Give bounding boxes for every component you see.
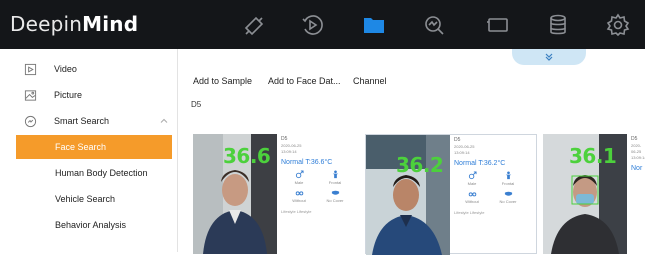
capture-details: D5 2020-06-25 13:09:14 Normal T:36.2°C M… <box>454 137 536 215</box>
gender-attribute: Male <box>281 170 317 185</box>
glasses-icon <box>468 192 476 197</box>
picture-icon <box>23 88 37 102</box>
top-navigation-bar: DeepinMind <box>0 0 645 49</box>
person-icon <box>332 170 338 179</box>
temperature-status: Normal T:36.6°C <box>281 159 333 166</box>
result-card[interactable]: 36.6 D5 2020-06-25 13:09:14 Normal T:36.… <box>193 134 365 254</box>
male-icon <box>468 171 477 180</box>
sidebar-item-picture[interactable]: Picture <box>0 83 178 107</box>
pose-attribute: Frontal <box>490 171 526 186</box>
add-to-face-database-button[interactable]: Add to Face Dat... <box>268 76 341 86</box>
database-icon[interactable] <box>544 12 572 38</box>
smart-search-icon <box>23 114 37 128</box>
add-to-sample-button[interactable]: Add to Sample <box>193 76 252 86</box>
mask-icon <box>331 190 339 195</box>
settings-icon[interactable] <box>604 12 632 38</box>
capture-details: D5 2020-06-25 13:09:14 Nor <box>631 136 645 172</box>
search-analytics-icon[interactable] <box>420 12 448 38</box>
male-icon <box>295 170 304 179</box>
gender-attribute: Male <box>454 171 490 186</box>
sidebar-item-label: Behavior Analysis <box>55 220 127 230</box>
brand-regular: Deepin <box>10 12 83 36</box>
channel-button[interactable]: Channel <box>353 76 387 86</box>
capture-time: 13:09:14 <box>631 155 645 160</box>
pose-attribute: Frontal <box>317 170 353 185</box>
brand-bold: Mind <box>82 12 139 36</box>
mask-attribute: No Cover <box>490 189 526 204</box>
sidebar-item-human-body-detection[interactable]: Human Body Detection <box>0 161 178 185</box>
sidebar-item-vehicle-search[interactable]: Vehicle Search <box>0 187 178 211</box>
capture-details: D5 2020-06-25 13:09:14 Normal T:36.6°C M… <box>281 136 363 214</box>
sidebar-item-label: Smart Search <box>54 116 110 126</box>
channel-label: D5 <box>631 136 638 142</box>
chevron-up-icon[interactable] <box>160 117 168 125</box>
card-footer: Lifestyle Lifestyle <box>281 209 312 214</box>
app-logo: DeepinMind <box>10 12 138 36</box>
sidebar-item-label: Vehicle Search <box>55 194 116 204</box>
sidebar-item-smart-search[interactable]: Smart Search <box>0 109 178 133</box>
sidebar-item-label: Picture <box>54 90 83 100</box>
sidebar-item-label: Face Search <box>55 142 107 152</box>
sidebar-item-face-search[interactable]: Face Search <box>16 135 172 159</box>
capture-time: 13:09:14 <box>454 150 470 155</box>
sidebar: Video Picture Smart Search Face Search H… <box>0 49 178 252</box>
breadcrumb: D5 <box>191 100 202 109</box>
display-icon[interactable] <box>484 12 512 38</box>
temperature-overlay: 36.1 <box>569 144 617 168</box>
temperature-overlay: 36.6 <box>223 144 271 168</box>
sidebar-item-label: Human Body Detection <box>55 168 148 178</box>
channel-label: D5 <box>281 136 288 142</box>
playback-icon[interactable] <box>298 12 326 38</box>
results-panel: Add to Sample Add to Face Dat... Channel… <box>179 49 645 255</box>
mask-icon <box>504 191 512 196</box>
sidebar-item-video[interactable]: Video <box>0 57 178 81</box>
card-footer: Lifestyle Lifestyle <box>454 210 485 215</box>
video-file-icon <box>23 62 37 76</box>
temperature-status: Nor <box>631 165 643 172</box>
folder-icon[interactable] <box>360 12 388 38</box>
result-card-selected[interactable]: 36.2 D5 2020-06-25 13:09:14 Normal T:36.… <box>365 134 537 255</box>
glasses-attribute: Without <box>281 188 317 203</box>
capture-date: 2020-06-25 <box>631 143 642 154</box>
person-icon <box>505 171 511 180</box>
temperature-overlay: 36.2 <box>396 153 444 177</box>
sidebar-item-label: Video <box>54 64 77 74</box>
capture-time: 13:09:14 <box>281 149 297 154</box>
sidebar-item-behavior-analysis[interactable]: Behavior Analysis <box>0 213 178 237</box>
glasses-attribute: Without <box>454 189 490 204</box>
result-card[interactable]: 36.1 D5 2020-06-25 13:09:14 Nor <box>543 134 645 254</box>
channel-label: D5 <box>454 137 461 143</box>
mask-attribute: No Cover <box>317 188 353 203</box>
glasses-icon <box>295 191 303 196</box>
temperature-status: Normal T:36.2°C <box>454 160 506 167</box>
camera-icon[interactable] <box>240 12 268 38</box>
